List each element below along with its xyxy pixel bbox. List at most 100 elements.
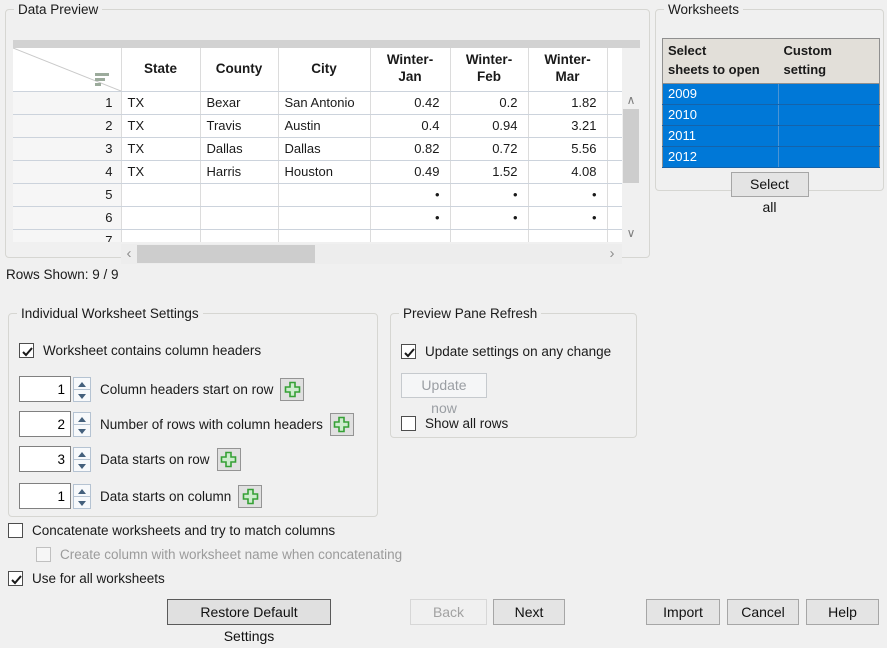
row-number: 3 [13, 137, 121, 160]
rows-with-headers-input[interactable] [19, 411, 71, 437]
individual-worksheet-settings-title: Individual Worksheet Settings [17, 306, 203, 321]
create-column-label: Create column with worksheet name when c… [60, 547, 402, 562]
update-settings-checkbox[interactable] [401, 344, 416, 359]
worksheet-contains-headers-label: Worksheet contains column headers [43, 343, 261, 358]
column-headers-start-row-stepper[interactable] [73, 377, 91, 402]
column-levels-icon [95, 73, 109, 85]
update-settings-label: Update settings on any change [425, 344, 611, 359]
use-for-all-worksheets-label: Use for all worksheets [32, 571, 165, 586]
data-starts-row-label: Data starts on row [100, 452, 210, 467]
column-header-winter-jan[interactable]: Winter-Jan [370, 48, 450, 91]
help-button[interactable]: Help [806, 599, 879, 625]
worksheet-row-2010[interactable]: 2010 [663, 104, 880, 125]
plus-icon [284, 381, 301, 398]
show-all-rows-checkbox[interactable] [401, 416, 416, 431]
table-corner-cell[interactable] [13, 48, 121, 91]
data-starts-row-input[interactable] [19, 446, 71, 472]
next-button[interactable]: Next [493, 599, 565, 625]
check-icon [9, 572, 24, 587]
spin-down-icon[interactable] [73, 496, 91, 509]
worksheet-row-2011[interactable]: 2011 [663, 125, 880, 146]
column-header-filler [607, 48, 622, 91]
row-number: 5 [13, 183, 121, 206]
scroll-right-icon[interactable]: › [604, 244, 620, 264]
column-headers-start-row-add-button[interactable] [280, 378, 304, 401]
worksheet-contains-headers-checkbox[interactable] [19, 343, 34, 358]
back-button[interactable]: Back [410, 599, 487, 625]
data-starts-row-stepper[interactable] [73, 447, 91, 472]
data-preview-group: Data Preview State County City Winter-Ja… [5, 2, 650, 258]
vertical-scrollbar-thumb[interactable] [623, 109, 639, 183]
vertical-scrollbar[interactable]: ∧ ∨ [622, 91, 640, 242]
rows-shown-status: Rows Shown: 9 / 9 [6, 267, 119, 282]
table-row[interactable]: 5 • • • [13, 183, 622, 206]
worksheet-row-2012[interactable]: 2012 [663, 146, 880, 167]
concatenate-worksheets-checkbox[interactable] [8, 523, 23, 538]
create-column-checkbox [36, 547, 51, 562]
column-header-winter-mar[interactable]: Winter-Mar [528, 48, 607, 91]
worksheets-col-select-header: Select sheets to open [663, 39, 779, 84]
row-number: 6 [13, 206, 121, 229]
spin-down-icon[interactable] [73, 459, 91, 472]
worksheets-list: Select sheets to open Custom setting 200… [662, 38, 880, 168]
worksheet-row-2009[interactable]: 2009 [663, 83, 880, 104]
column-header-county[interactable]: County [200, 48, 278, 91]
horizontal-scrollbar-thumb[interactable] [137, 245, 315, 263]
table-row[interactable]: 1 TX Bexar San Antonio 0.42 0.2 1.82 [13, 91, 622, 114]
rows-with-headers-add-button[interactable] [330, 413, 354, 436]
worksheets-col-custom-header: Custom setting [779, 39, 880, 84]
excel-import-wizard-dialog: { "colors": { "selection_blue": "#0078d7… [0, 0, 887, 629]
data-starts-column-input[interactable] [19, 483, 71, 509]
scroll-left-icon[interactable]: ‹ [121, 244, 137, 264]
spin-down-icon[interactable] [73, 424, 91, 437]
row-number: 4 [13, 160, 121, 183]
scroll-down-icon[interactable]: ∨ [622, 224, 640, 242]
plus-icon [242, 488, 259, 505]
import-button[interactable]: Import [646, 599, 720, 625]
row-number: 2 [13, 114, 121, 137]
show-all-rows-label: Show all rows [425, 416, 508, 431]
data-starts-column-label: Data starts on column [100, 489, 231, 504]
row-number: 7 [13, 229, 121, 242]
worksheets-title: Worksheets [664, 2, 743, 17]
plus-icon [220, 451, 237, 468]
table-header-row: State County City Winter-Jan Winter-Feb … [13, 48, 622, 91]
column-headers-start-row-label: Column headers start on row [100, 382, 273, 397]
individual-worksheet-settings-group: Individual Worksheet Settings Worksheet … [8, 306, 378, 517]
worksheets-group: Worksheets Select sheets to open Custom … [655, 2, 884, 191]
data-preview-title: Data Preview [14, 2, 102, 17]
data-starts-column-add-button[interactable] [238, 485, 262, 508]
concatenate-worksheets-label: Concatenate worksheets and try to match … [32, 523, 335, 538]
preview-pane-refresh-group: Preview Pane Refresh Update settings on … [390, 306, 637, 438]
table-row[interactable]: 3 TX Dallas Dallas 0.82 0.72 5.56 [13, 137, 622, 160]
column-header-winter-feb[interactable]: Winter-Feb [450, 48, 528, 91]
column-headers-start-row-input[interactable] [19, 376, 71, 402]
select-all-button[interactable]: Select all [731, 172, 809, 197]
check-icon [402, 345, 417, 360]
data-preview-table: State County City Winter-Jan Winter-Feb … [13, 40, 640, 266]
restore-default-settings-button[interactable]: Restore Default Settings [167, 599, 331, 625]
table-row[interactable]: 2 TX Travis Austin 0.4 0.94 3.21 [13, 114, 622, 137]
cancel-button[interactable]: Cancel [727, 599, 799, 625]
table-top-strip [13, 40, 640, 48]
row-number: 1 [13, 91, 121, 114]
horizontal-scrollbar[interactable]: ‹ › [121, 244, 622, 264]
worksheets-header-row: Select sheets to open Custom setting [663, 39, 880, 84]
data-starts-column-stepper[interactable] [73, 484, 91, 509]
check-icon [20, 344, 35, 359]
scroll-up-icon[interactable]: ∧ [622, 91, 640, 109]
table-row[interactable]: 7 [13, 229, 622, 242]
rows-with-headers-label: Number of rows with column headers [100, 417, 323, 432]
diagonal-line-icon [13, 48, 121, 91]
plus-icon [333, 416, 350, 433]
preview-pane-refresh-title: Preview Pane Refresh [399, 306, 541, 321]
table-row[interactable]: 6 • • • [13, 206, 622, 229]
column-header-city[interactable]: City [278, 48, 370, 91]
use-for-all-worksheets-checkbox[interactable] [8, 571, 23, 586]
data-starts-row-add-button[interactable] [217, 448, 241, 471]
spin-down-icon[interactable] [73, 389, 91, 402]
rows-with-headers-stepper[interactable] [73, 412, 91, 437]
update-now-button[interactable]: Update now [401, 373, 487, 398]
table-row[interactable]: 4 TX Harris Houston 0.49 1.52 4.08 [13, 160, 622, 183]
column-header-state[interactable]: State [121, 48, 200, 91]
